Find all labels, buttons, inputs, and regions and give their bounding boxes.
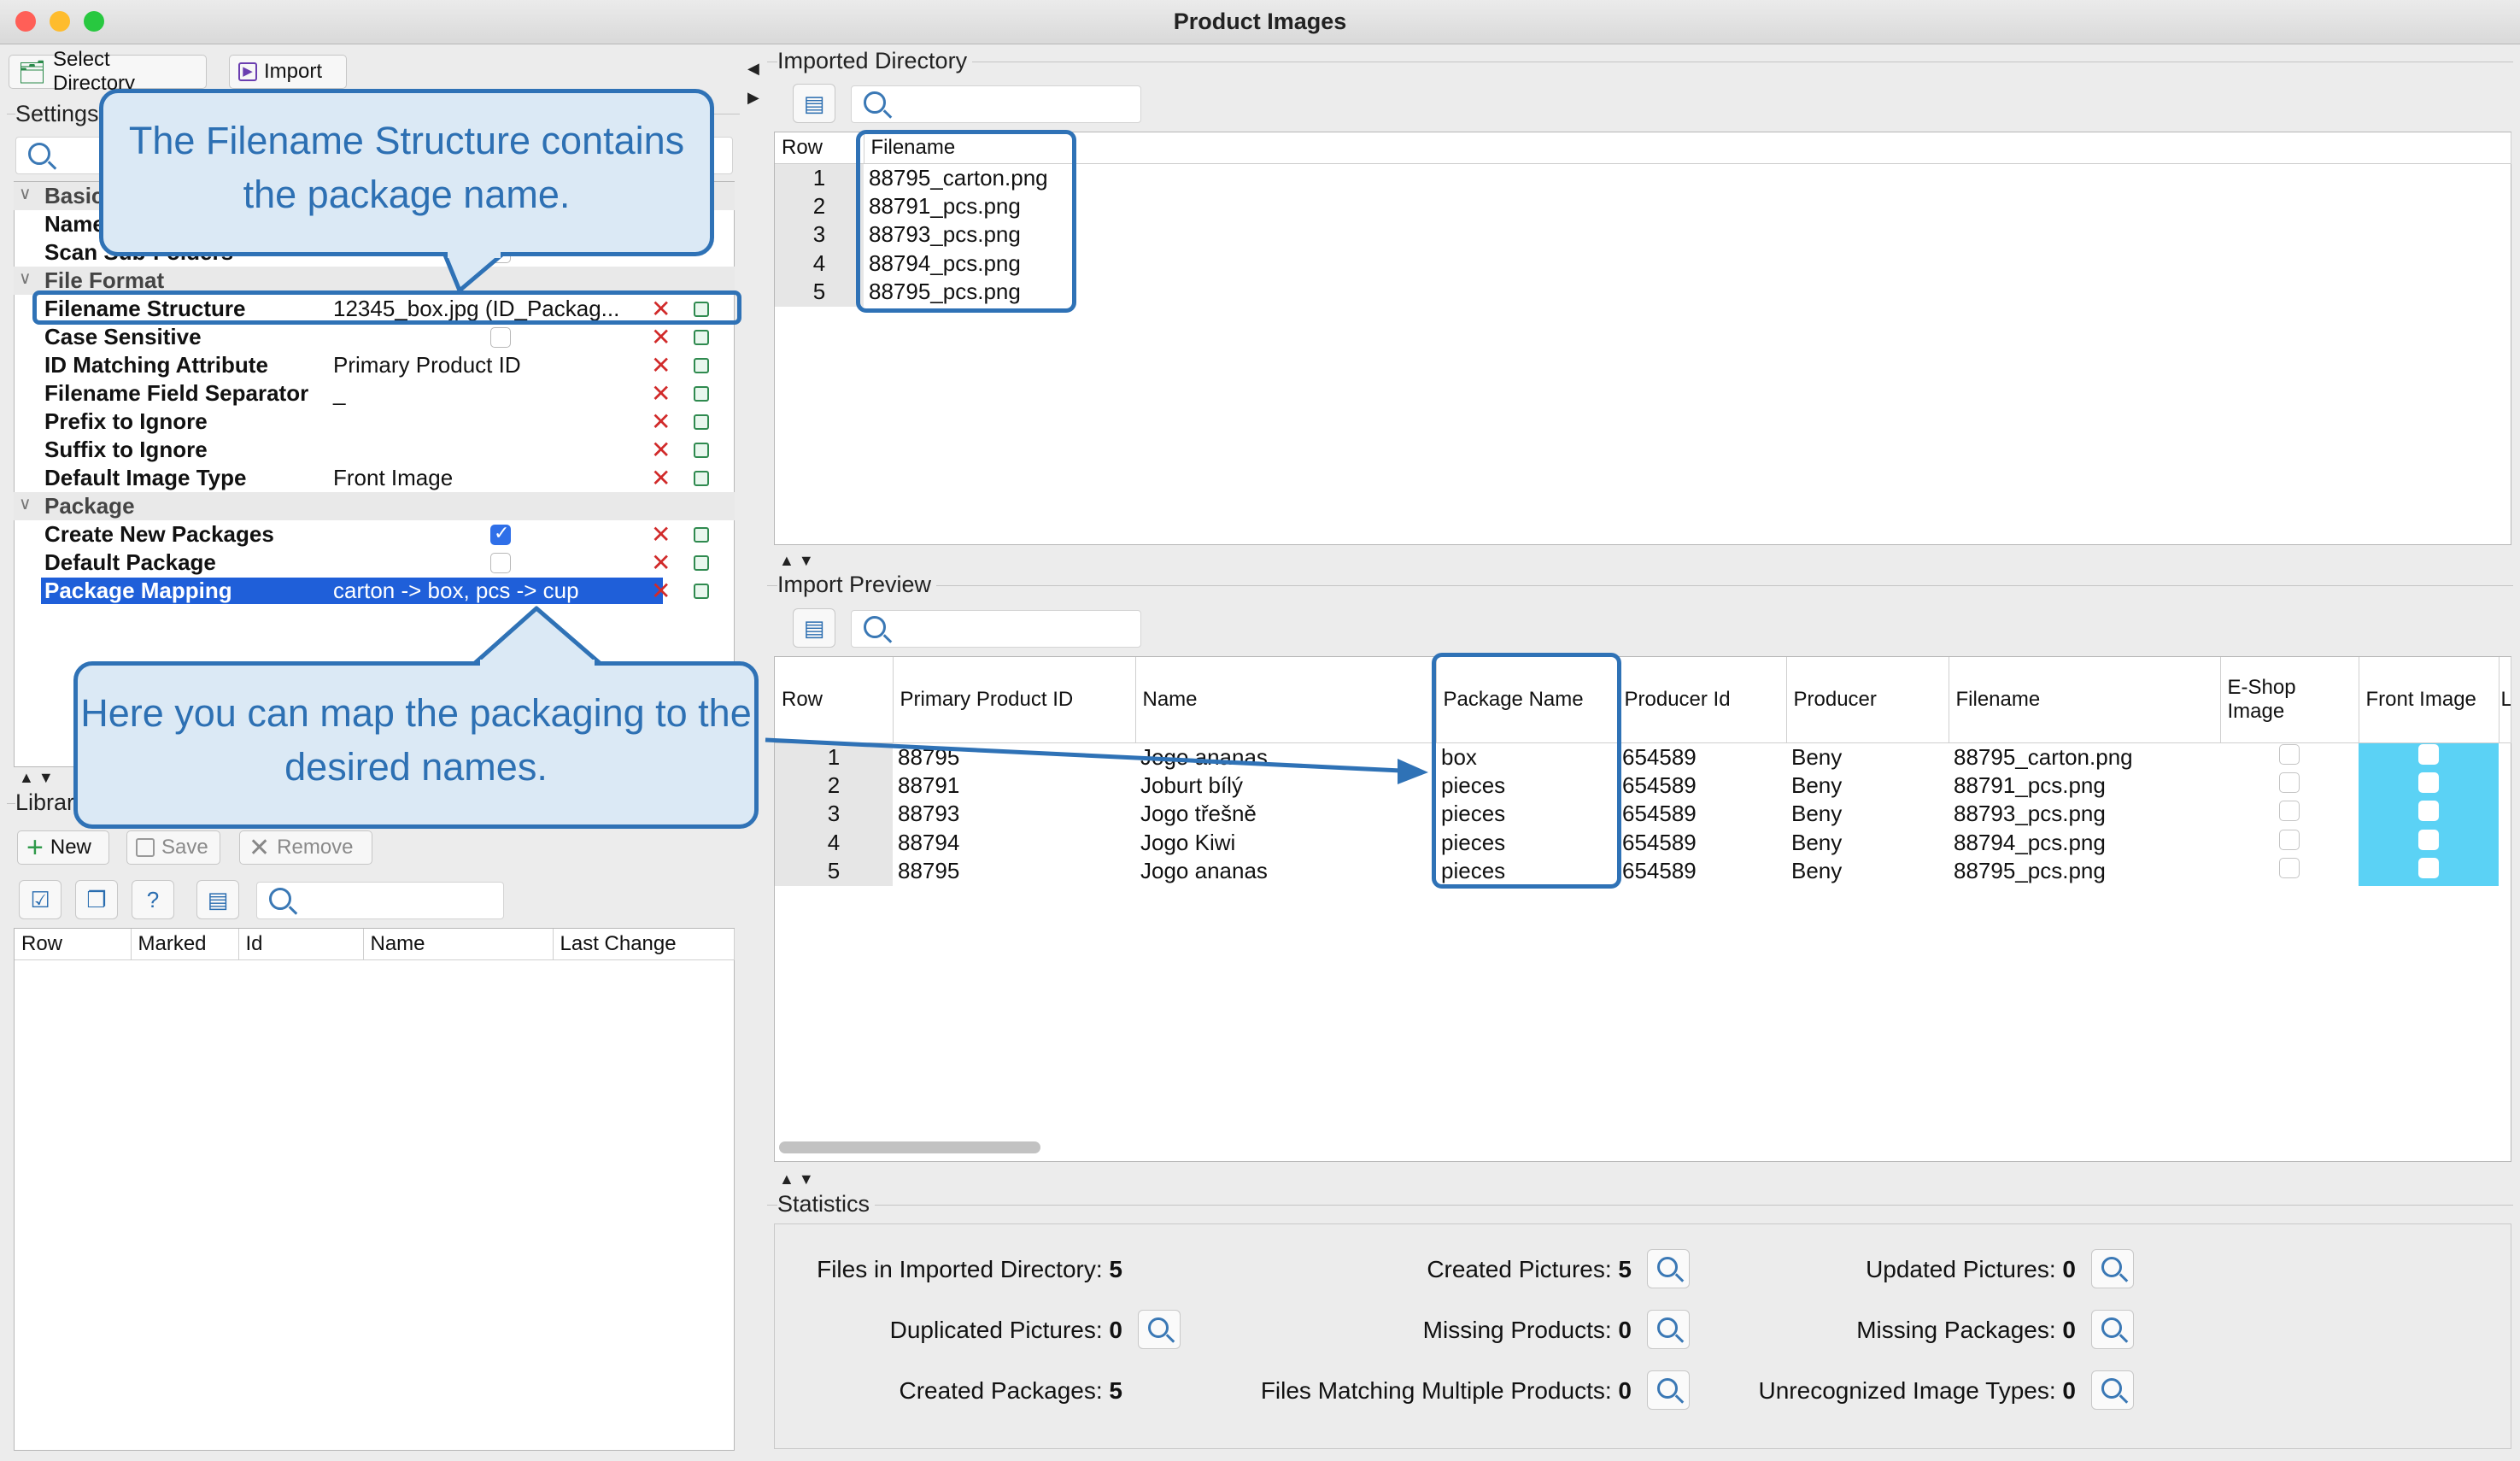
callout-seam: [480, 660, 595, 668]
callout-seam: [448, 249, 501, 258]
callout-pointer: [442, 250, 507, 293]
callout-package-mapping: Here you can map the packaging to the de…: [73, 661, 759, 829]
annotation-arrow-head: [1398, 759, 1428, 784]
callout-pointer: [472, 606, 602, 666]
callout-filename-structure: The Filename Structure contains the pack…: [99, 89, 714, 256]
annotation-arrow-line: [765, 737, 1402, 773]
